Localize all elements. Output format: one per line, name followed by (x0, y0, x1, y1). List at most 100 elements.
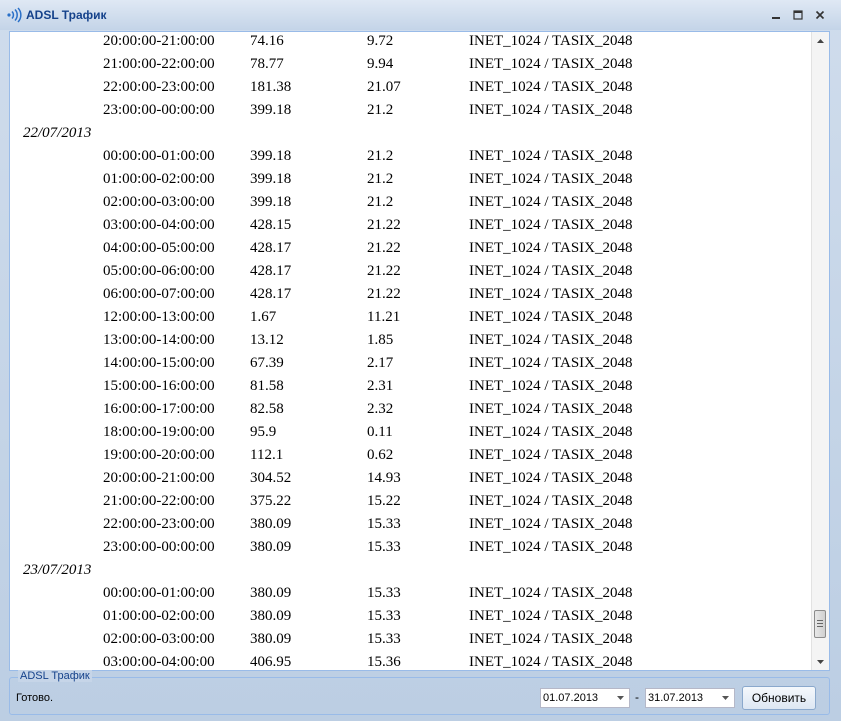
tariff-plan-cell: INET_1024 / TASIX_2048 (469, 470, 633, 486)
list-item[interactable]: 05:00:00-06:00:00 428.17 21.22 INET_1024 / … (10, 261, 810, 284)
list-item[interactable]: 22:00:00-23:00:00 380.09 15.33 INET_1024 / … (10, 514, 810, 537)
window-title: ADSL Трафик (26, 8, 107, 22)
tariff-plan-cell: INET_1024 / TASIX_2048 (469, 631, 633, 647)
traffic-log-view[interactable]: 20:00:00-21:00:00 74.16 9.72 INET_1024 / TA… (9, 31, 830, 671)
value-cell-1: 399.18 (250, 194, 292, 210)
tariff-plan-cell: INET_1024 / TASIX_2048 (469, 654, 633, 670)
date-group-header: 22/07/2013 (23, 125, 92, 141)
value-cell-1: 380.09 (250, 516, 292, 532)
title-bar[interactable]: ADSL Трафик (0, 0, 841, 30)
time-range-cell: 12:00:00-13:00:00 (103, 309, 215, 325)
value-cell-1: 380.09 (250, 608, 292, 624)
time-range-cell: 16:00:00-17:00:00 (103, 401, 215, 417)
date-range-separator: - (635, 690, 639, 704)
status-text: Готово. (16, 692, 54, 704)
list-item[interactable]: 03:00:00-04:00:00 428.15 21.22 INET_1024 / … (10, 215, 810, 238)
time-range-cell: 02:00:00-03:00:00 (103, 194, 215, 210)
value-cell-1: 1.67 (250, 309, 277, 325)
date-from-picker[interactable]: 01.07.2013 (540, 688, 630, 708)
list-item[interactable]: 22:00:00-23:00:00 181.38 21.07 INET_1024 / … (10, 77, 810, 100)
tariff-plan-cell: INET_1024 / TASIX_2048 (469, 79, 633, 95)
tariff-plan-cell: INET_1024 / TASIX_2048 (469, 493, 633, 509)
time-range-cell: 00:00:00-01:00:00 (103, 585, 215, 601)
list-item[interactable]: 12:00:00-13:00:00 1.67 11.21 INET_1024 / TA… (10, 307, 810, 330)
time-range-cell: 02:00:00-03:00:00 (103, 631, 215, 647)
date-to-picker[interactable]: 31.07.2013 (645, 688, 735, 708)
value-cell-2: 21.2 (367, 171, 394, 187)
list-item[interactable]: 14:00:00-15:00:00 67.39 2.17 INET_1024 / TA… (10, 353, 810, 376)
time-range-cell: 13:00:00-14:00:00 (103, 332, 215, 348)
list-item[interactable]: 18:00:00-19:00:00 95.9 0.11 INET_1024 / TAS… (10, 422, 810, 445)
tariff-plan-cell: INET_1024 / TASIX_2048 (469, 608, 633, 624)
maximize-icon[interactable] (790, 7, 806, 23)
value-cell-2: 9.72 (367, 33, 394, 49)
list-item[interactable]: 01:00:00-02:00:00 380.09 15.33 INET_1024 / … (10, 606, 810, 629)
time-range-cell: 03:00:00-04:00:00 (103, 654, 215, 670)
list-item[interactable]: 23:00:00-00:00:00 380.09 15.33 INET_1024 / … (10, 537, 810, 560)
time-range-cell: 14:00:00-15:00:00 (103, 355, 215, 371)
close-icon[interactable] (812, 7, 828, 23)
time-range-cell: 06:00:00-07:00:00 (103, 286, 215, 302)
list-item[interactable]: 00:00:00-01:00:00 399.18 21.2 INET_1024 / T… (10, 146, 810, 169)
value-cell-2: 9.94 (367, 56, 394, 72)
chevron-down-icon[interactable] (612, 689, 629, 707)
refresh-button[interactable]: Обновить (742, 686, 816, 710)
list-item[interactable]: 21:00:00-22:00:00 78.77 9.94 INET_1024 / TA… (10, 54, 810, 77)
value-cell-2: 2.32 (367, 401, 394, 417)
list-item[interactable]: 02:00:00-03:00:00 399.18 21.2 INET_1024 / T… (10, 192, 810, 215)
tariff-plan-cell: INET_1024 / TASIX_2048 (469, 148, 633, 164)
time-range-cell: 22:00:00-23:00:00 (103, 516, 215, 532)
time-range-cell: 15:00:00-16:00:00 (103, 378, 215, 394)
list-item[interactable]: 06:00:00-07:00:00 428.17 21.22 INET_1024 / … (10, 284, 810, 307)
value-cell-2: 14.93 (367, 470, 401, 486)
tariff-plan-cell: INET_1024 / TASIX_2048 (469, 217, 633, 233)
time-range-cell: 18:00:00-19:00:00 (103, 424, 215, 440)
vertical-scrollbar[interactable] (811, 32, 829, 670)
tariff-plan-cell: INET_1024 / TASIX_2048 (469, 447, 633, 463)
value-cell-1: 399.18 (250, 102, 292, 118)
value-cell-1: 78.77 (250, 56, 284, 72)
list-item[interactable]: 20:00:00-21:00:00 304.52 14.93 INET_1024 / … (10, 468, 810, 491)
value-cell-1: 181.38 (250, 79, 292, 95)
time-range-cell: 21:00:00-22:00:00 (103, 493, 215, 509)
tariff-plan-cell: INET_1024 / TASIX_2048 (469, 424, 633, 440)
list-item[interactable]: 04:00:00-05:00:00 428.17 21.22 INET_1024 / … (10, 238, 810, 261)
list-item[interactable]: 03:00:00-04:00:00 406.95 15.36 INET_1024 / … (10, 652, 810, 670)
app-window: ADSL Трафик 20:00:00-21:00:00 74.16 9.72 IN… (0, 0, 841, 721)
list-item[interactable]: 02:00:00-03:00:00 380.09 15.33 INET_1024 / … (10, 629, 810, 652)
list-item[interactable]: 19:00:00-20:00:00 112.1 0.62 INET_1024 / TA… (10, 445, 810, 468)
value-cell-1: 428.15 (250, 217, 292, 233)
time-range-cell: 23:00:00-00:00:00 (103, 102, 215, 118)
value-cell-1: 380.09 (250, 585, 292, 601)
value-cell-2: 0.11 (367, 424, 393, 440)
value-cell-2: 1.85 (367, 332, 394, 348)
time-range-cell: 21:00:00-22:00:00 (103, 56, 215, 72)
tariff-plan-cell: INET_1024 / TASIX_2048 (469, 263, 633, 279)
value-cell-1: 304.52 (250, 470, 292, 486)
list-item[interactable]: 21:00:00-22:00:00 375.22 15.22 INET_1024 / … (10, 491, 810, 514)
value-cell-2: 15.33 (367, 516, 401, 532)
value-cell-1: 380.09 (250, 539, 292, 555)
list-item[interactable]: 23:00:00-00:00:00 399.18 21.2 INET_1024 / T… (10, 100, 810, 123)
list-item[interactable]: 15:00:00-16:00:00 81.58 2.31 INET_1024 / TA… (10, 376, 810, 399)
list-item[interactable]: 13:00:00-14:00:00 13.12 1.85 INET_1024 / TA… (10, 330, 810, 353)
time-range-cell: 23:00:00-00:00:00 (103, 539, 215, 555)
time-range-cell: 20:00:00-21:00:00 (103, 470, 215, 486)
date-from-value: 01.07.2013 (543, 692, 599, 704)
list-item[interactable]: 16:00:00-17:00:00 82.58 2.32 INET_1024 / TA… (10, 399, 810, 422)
list-item[interactable]: 20:00:00-21:00:00 74.16 9.72 INET_1024 / TA… (10, 32, 810, 54)
value-cell-2: 0.62 (367, 447, 394, 463)
list-item[interactable]: 01:00:00-02:00:00 399.18 21.2 INET_1024 / T… (10, 169, 810, 192)
value-cell-2: 21.22 (367, 217, 401, 233)
minimize-icon[interactable] (768, 7, 784, 23)
scroll-down-icon[interactable] (812, 653, 829, 670)
chevron-down-icon[interactable] (717, 689, 734, 707)
scrollbar-thumb[interactable] (814, 610, 826, 638)
time-range-cell: 22:00:00-23:00:00 (103, 79, 215, 95)
list-item[interactable]: 00:00:00-01:00:00 380.09 15.33 INET_1024 / … (10, 583, 810, 606)
value-cell-2: 21.07 (367, 79, 401, 95)
tariff-plan-cell: INET_1024 / TASIX_2048 (469, 286, 633, 302)
scroll-up-icon[interactable] (812, 32, 829, 49)
value-cell-2: 2.31 (367, 378, 394, 394)
panel-legend: ADSL Трафик (18, 670, 92, 682)
